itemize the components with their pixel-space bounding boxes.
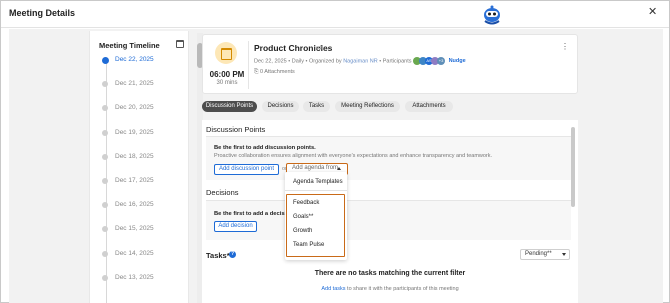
timeline-dot: [102, 250, 108, 257]
event-icon: [215, 42, 237, 64]
timeline-dot: [102, 226, 108, 233]
timeline-dot: [102, 105, 108, 112]
attachments-link[interactable]: ⎘ 0 Attachments: [254, 69, 295, 76]
tab-discussion-points[interactable]: Discussion Points: [202, 101, 257, 112]
close-icon[interactable]: ✕: [648, 6, 657, 18]
discussion-empty-title: Be the first to add discussion points.: [214, 145, 316, 151]
add-decision-button[interactable]: Add decision: [214, 221, 257, 232]
meeting-date: Dec 22, 2025: [254, 58, 287, 65]
agenda-templates-option[interactable]: Agenda Templates: [293, 179, 343, 185]
timeline-date: Dec 18, 2025: [115, 152, 154, 160]
timeline-date: Dec 15, 2025: [115, 225, 154, 233]
tab-meeting-reflections[interactable]: Meeting Reflections: [335, 101, 400, 112]
timeline-date: Dec 19, 2025: [115, 128, 154, 136]
menu-divider: [285, 190, 347, 191]
meeting-recurrence: Daily: [291, 58, 304, 65]
calendar-icon[interactable]: [176, 40, 184, 48]
timeline-date: Dec 13, 2025: [115, 273, 154, 281]
meeting-details-window: Meeting Details ✕ Meeting Timeline Dec 2…: [0, 0, 670, 303]
divider: [248, 41, 249, 89]
decisions-empty-title: Be the first to add a decision.: [214, 211, 295, 217]
caret-up-icon: [337, 167, 341, 170]
task-filter-select[interactable]: Pending**: [520, 249, 570, 260]
avatar[interactable]: +3: [437, 57, 446, 65]
tab-tasks[interactable]: Tasks: [303, 101, 330, 112]
meeting-time: 06:00 PM: [209, 70, 245, 79]
agenda-dropdown-menu: Agenda Templates Feedback Goals** Growth…: [285, 172, 347, 260]
timeline-date: Dec 17, 2025: [115, 177, 154, 184]
sync-icon[interactable]: ⇄: [316, 43, 323, 52]
chevron-down-icon: [562, 253, 566, 256]
timeline-dot: [102, 202, 108, 209]
help-icon[interactable]: ?: [229, 251, 236, 258]
menu-item-feedback[interactable]: Feedback: [293, 200, 319, 206]
decisions-empty-box: Be the first to add a decision. Add deci…: [206, 200, 571, 240]
discussion-empty-desc: Proactive collaboration ensures alignmen…: [214, 153, 493, 159]
no-tasks-title: There are no tasks matching the current …: [314, 270, 466, 277]
attachments-count: 0 Attachments: [259, 69, 295, 75]
timeline-date: Dec 20, 2025: [115, 104, 154, 112]
menu-item-goals[interactable]: Goals**: [293, 214, 313, 220]
agenda-dropdown-label: Add agenda from: [292, 165, 339, 171]
tab-decisions[interactable]: Decisions: [262, 101, 299, 112]
meeting-card: 06:00 PM 30 mins Product Chronicles ⇄ ⋮ …: [202, 34, 578, 94]
organized-by-label: Organized by: [308, 58, 342, 65]
task-filter-value: Pending**: [525, 251, 552, 257]
add-tasks-link[interactable]: Add tasks: [321, 286, 345, 292]
timeline-dot: [102, 81, 108, 88]
timeline-dot: [102, 274, 108, 281]
tab-attachments[interactable]: Attachments: [405, 101, 453, 112]
timeline-dot: [101, 56, 109, 64]
timeline-dot: [102, 129, 108, 136]
bot-mascot-icon: [484, 5, 500, 25]
meeting-timeline: Meeting Timeline Dec 22, 2025 Dec 21, 202…: [89, 31, 189, 303]
participants-label: Participants: [382, 58, 412, 65]
add-discussion-point-button[interactable]: Add discussion point: [214, 164, 279, 175]
menu-item-team-pulse[interactable]: Team Pulse: [293, 242, 324, 248]
timeline-date: Dec 22, 2025: [115, 56, 154, 63]
timeline-date: Dec 16, 2025: [115, 201, 154, 209]
meeting-duration: 30 mins: [216, 80, 238, 86]
menu-item-growth[interactable]: Growth: [293, 228, 312, 234]
timeline-dot: [102, 178, 108, 184]
decisions-heading: Decisions: [206, 188, 239, 197]
timeline-date: Dec 21, 2025: [115, 80, 154, 88]
more-options-icon[interactable]: ⋮: [561, 43, 569, 51]
window-title: Meeting Details: [9, 8, 76, 18]
timeline-dot: [102, 153, 108, 160]
meeting-meta: Dec 22, 2025 • Daily • Organized by Naga…: [254, 57, 466, 65]
title-bar: Meeting Details ✕: [1, 1, 669, 28]
no-tasks-rest: to share it with the participants of thi…: [347, 286, 459, 292]
organizer-name[interactable]: Nagaiman NR: [343, 58, 378, 64]
tab-panel: Discussion Points Be the first to add di…: [202, 120, 578, 303]
nudge-link[interactable]: Nudge: [449, 58, 466, 64]
panel-scrollbar[interactable]: [571, 127, 575, 207]
timeline-date: Dec 14, 2025: [115, 249, 154, 257]
discussion-empty-box: Be the first to add discussion points. P…: [206, 136, 571, 180]
discussion-heading: Discussion Points: [206, 125, 266, 134]
participant-avatars[interactable]: AS +3: [413, 57, 446, 65]
timeline-title: Meeting Timeline: [99, 41, 160, 50]
no-tasks-subtitle: Add tasks to share it with the participa…: [202, 286, 578, 292]
